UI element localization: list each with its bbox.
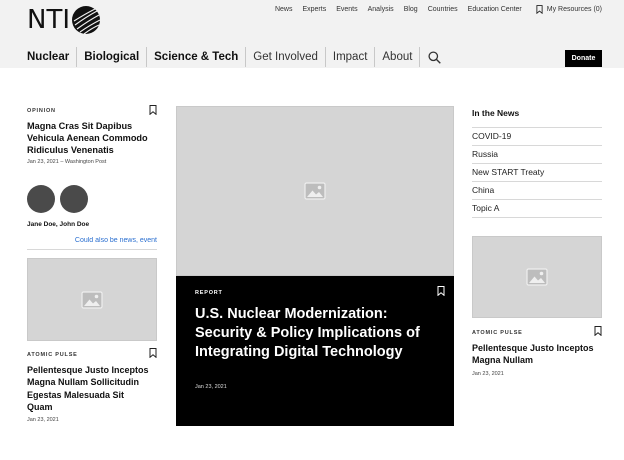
nav-item-biological[interactable]: Biological xyxy=(77,47,148,67)
utility-link-events[interactable]: Events xyxy=(336,6,357,13)
atomic-pulse-date: Jan 23, 2021 xyxy=(472,371,504,377)
nav-item-nuclear[interactable]: Nuclear xyxy=(27,47,78,67)
featured-headline[interactable]: U.S. Nuclear Modernization: Security & P… xyxy=(195,305,435,362)
bookmark-icon[interactable] xyxy=(594,326,602,336)
utility-nav: News Experts Events Analysis Blog Countr… xyxy=(275,5,602,14)
opinion-headline[interactable]: Magna Cras Sit Dapibus Vehicula Aenean C… xyxy=(27,120,155,156)
in-the-news-title: In the News xyxy=(472,108,520,118)
logo-text: NTI xyxy=(27,5,70,35)
report-kicker: REPORT xyxy=(195,290,223,296)
news-topic-russia[interactable]: Russia xyxy=(472,146,602,164)
atomic-pulse-headline[interactable]: Pellentesque Justo Inceptos Magna Nullam… xyxy=(27,364,149,414)
image-icon xyxy=(304,182,326,200)
news-topic-topic-a[interactable]: Topic A xyxy=(472,200,602,218)
featured-report-card: REPORT U.S. Nuclear Modernization: Secur… xyxy=(176,276,454,426)
utility-link-blog[interactable]: Blog xyxy=(404,6,418,13)
featured-image-placeholder[interactable] xyxy=(176,106,454,276)
my-resources-label: My Resources (0) xyxy=(546,6,602,13)
article-image-placeholder[interactable] xyxy=(27,258,157,341)
my-resources-link[interactable]: My Resources (0) xyxy=(536,5,602,14)
site-header: NTI News Experts Events Analysis Blog Co… xyxy=(0,0,624,68)
utility-link-education-center[interactable]: Education Center xyxy=(468,6,522,13)
atomic-pulse-date: Jan 23, 2021 xyxy=(27,417,59,423)
image-icon xyxy=(526,268,548,286)
search-icon[interactable] xyxy=(428,50,442,64)
related-link[interactable]: Could also be news, event xyxy=(27,237,157,244)
featured-report[interactable]: REPORT U.S. Nuclear Modernization: Secur… xyxy=(176,106,454,426)
image-icon xyxy=(81,290,103,309)
left-column: OPINION Magna Cras Sit Dapibus Vehicula … xyxy=(27,105,157,423)
opinion-authors: Jane Doe, John Doe xyxy=(27,221,90,228)
avatar[interactable] xyxy=(60,185,88,213)
nti-logo[interactable]: NTI xyxy=(27,5,101,35)
bookmark-icon[interactable] xyxy=(149,105,157,115)
atomic-pulse-kicker: ATOMIC PULSE xyxy=(472,330,523,336)
right-column: In the News COVID-19 Russia New START Tr… xyxy=(472,106,602,377)
globe-logo-icon xyxy=(72,6,101,35)
nav-item-science-tech[interactable]: Science & Tech xyxy=(147,47,247,67)
utility-link-news[interactable]: News xyxy=(275,6,293,13)
opinion-meta: Jan 23, 2021 – Washington Post xyxy=(27,159,107,165)
avatar[interactable] xyxy=(27,185,55,213)
in-the-news-list: COVID-19 Russia New START Treaty China T… xyxy=(472,127,602,218)
main-nav: Nuclear Biological Science & Tech Get In… xyxy=(27,47,442,67)
nav-item-get-involved[interactable]: Get Involved xyxy=(246,47,326,67)
author-avatars xyxy=(27,185,88,213)
utility-link-experts[interactable]: Experts xyxy=(302,6,326,13)
bookmark-icon[interactable] xyxy=(149,348,157,358)
atomic-pulse-headline[interactable]: Pellentesque Justo Inceptos Magna Nullam xyxy=(472,342,597,367)
utility-link-analysis[interactable]: Analysis xyxy=(368,6,394,13)
donate-button[interactable]: Donate xyxy=(565,50,602,67)
news-topic-china[interactable]: China xyxy=(472,182,602,200)
atomic-pulse-kicker: ATOMIC PULSE xyxy=(27,352,78,358)
nav-item-about[interactable]: About xyxy=(375,47,421,67)
news-topic-new-start-treaty[interactable]: New START Treaty xyxy=(472,164,602,182)
article-image-placeholder[interactable] xyxy=(472,236,602,318)
nav-item-impact[interactable]: Impact xyxy=(326,47,376,67)
divider xyxy=(27,249,157,250)
news-topic-covid-19[interactable]: COVID-19 xyxy=(472,128,602,146)
featured-date: Jan 23, 2021 xyxy=(195,384,227,390)
opinion-kicker: OPINION xyxy=(27,108,56,114)
utility-link-countries[interactable]: Countries xyxy=(428,6,458,13)
bookmark-icon[interactable] xyxy=(437,286,445,296)
bookmark-icon xyxy=(536,5,543,14)
